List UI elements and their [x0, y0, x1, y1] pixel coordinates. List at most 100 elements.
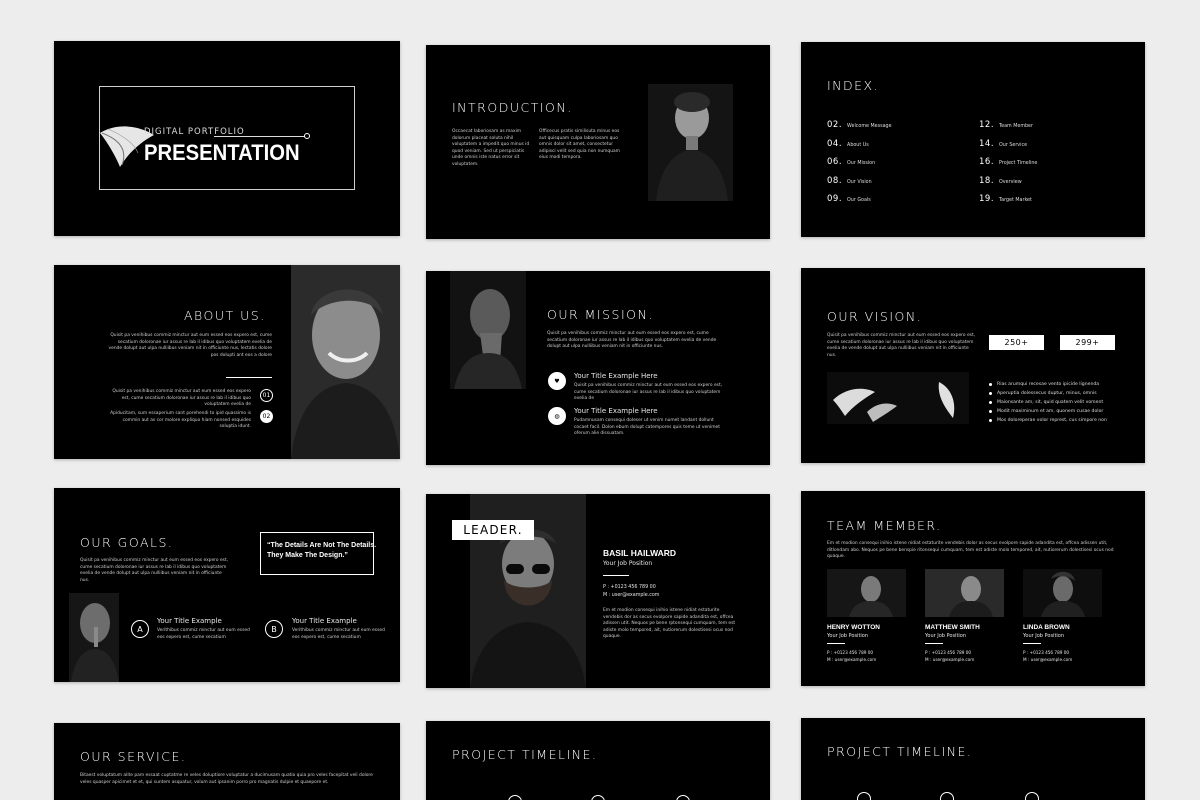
service-text: Bitaest voluptatum alite pam essaat cupt… [80, 773, 373, 785]
index-label: Project Timeline [999, 161, 1038, 166]
leader-position: Your Job Position [603, 560, 653, 567]
index-label: Overview [999, 180, 1022, 185]
service-title: OUR SERVICE. [80, 749, 187, 764]
timeline-node [591, 795, 605, 800]
slide-our-mission[interactable]: OUR MISSION. Quisit pa venihibus commiz … [426, 271, 770, 465]
index-item[interactable]: 06. Our Mission [827, 157, 875, 167]
index-label: Team Member [999, 124, 1033, 129]
slide-our-service[interactable]: OUR SERVICE. Bitaest voluptatum alite pa… [54, 723, 400, 800]
index-item[interactable]: 16. Project Timeline [979, 157, 1037, 167]
index-item[interactable]: 19. Target Market [979, 194, 1032, 204]
vision-bullet: Mos doloreperae volor represt, cus simpo… [989, 418, 1107, 423]
about-number-2: 02 [260, 410, 273, 423]
member-position: Your Job Position [1023, 633, 1065, 639]
slide-project-timeline-2[interactable]: PROJECT TIMELINE. [801, 718, 1145, 800]
slide-introduction[interactable]: INTRODUCTION. Occaecat laboriosam as max… [426, 45, 770, 239]
member-divider [1023, 643, 1041, 644]
goals-quote-box: “The Details Are Not The Details. They M… [260, 532, 376, 575]
timeline-title: PROJECT TIMELINE. [452, 747, 598, 762]
about-title: ABOUT US. [184, 308, 266, 323]
about-divider [226, 377, 272, 378]
member-position: Your Job Position [925, 633, 967, 639]
goals-letter-b: B [265, 620, 283, 638]
mission-item-2-title: Your Title Example Here [574, 407, 658, 415]
goals-b-title: Your Title Example [292, 617, 357, 625]
member-email: M : user@example.com [827, 657, 877, 662]
member-name: MATTHEW SMITH [925, 624, 980, 631]
index-item[interactable]: 02. Welcome Message [827, 120, 892, 130]
vision-bullet: Aperuptia dolessecus duptur, minus, omni… [989, 391, 1097, 396]
about-point-1: Quisit pa venihibus commiz minctur aut e… [112, 389, 251, 408]
vision-text: Quisit pa venihibus commiz minctur aut e… [827, 333, 976, 358]
vision-stat-1: 250+ [989, 335, 1044, 350]
about-text: Quisit pa venihibus commiz minctur aut e… [108, 333, 272, 358]
index-number: 16. [979, 157, 995, 167]
leader-tag: LEADER. [452, 520, 534, 540]
man-finger-lips-image [69, 593, 119, 682]
index-item[interactable]: 18. Overview [979, 176, 1022, 186]
timeline-node [857, 792, 871, 800]
slide-our-goals[interactable]: OUR GOALS. Quisit pa venihibus commiz mi… [54, 488, 400, 682]
index-label: Our Mission [847, 161, 876, 166]
vision-bullet: Rias arumqui recesae vento ipicide ligne… [989, 382, 1099, 387]
woman-portrait-image [648, 84, 733, 201]
member-divider [827, 643, 845, 644]
goals-b-text: Verithibus commiz minctur aut eum essed … [292, 628, 385, 640]
goals-a-text: Verithibus commiz minctur aut eum essed … [157, 628, 250, 640]
mission-item-2-text: Pudamnusam consequi doleser ut venim num… [574, 418, 720, 437]
index-item[interactable]: 12. Team Member [979, 120, 1033, 130]
index-item[interactable]: 09. Our Goals [827, 194, 871, 204]
timeline-node [676, 795, 690, 800]
slide-about-us[interactable]: ABOUT US. Quisit pa venihibus commiz min… [54, 265, 400, 459]
team-title: TEAM MEMBER. [827, 518, 942, 533]
index-label: Target Market [999, 198, 1032, 203]
timeline-node [1025, 792, 1039, 800]
member-divider [925, 643, 943, 644]
mission-text: Quisit pa venihibus commiz minctur aut e… [547, 331, 717, 350]
man-smiling-portrait-image [291, 265, 400, 459]
goals-title: OUR GOALS. [80, 535, 174, 550]
globe-icon: ◍ [548, 407, 566, 425]
index-item[interactable]: 04. About Us [827, 139, 869, 149]
index-number: 08. [827, 176, 843, 186]
member-phone: P : +0123 456 789 00 [925, 650, 972, 655]
slide-leader[interactable]: LEADER. BASIL HAILWARD Your Job Position… [426, 494, 770, 688]
member-photo-linda [1023, 569, 1102, 617]
member-email: M : user@example.com [925, 657, 975, 662]
cover-dot [304, 133, 310, 139]
vision-title: OUR VISION. [827, 309, 923, 324]
index-number: 06. [827, 157, 843, 167]
cover-line [214, 136, 306, 137]
slide-cover[interactable]: DIGITAL PORTFOLIO PRESENTATION [54, 41, 400, 236]
mission-title: OUR MISSION. [547, 307, 654, 322]
timeline-node [508, 795, 522, 800]
index-label: Our Service [999, 143, 1028, 148]
timeline-node [940, 792, 954, 800]
index-number: 04. [827, 139, 843, 149]
index-number: 19. [979, 194, 995, 204]
member-photo-henry [827, 569, 906, 617]
index-label: Our Goals [847, 198, 871, 203]
member-name: HENRY WOTTON [827, 624, 880, 631]
index-number: 12. [979, 120, 995, 130]
index-item[interactable]: 14. Our Service [979, 139, 1027, 149]
intro-text-1: Occaecat laboriosam as maxim dolorum pla… [452, 129, 530, 167]
about-point-2: Apiducitam, sum essaperium sant porehend… [110, 411, 251, 430]
slide-our-vision[interactable]: OUR VISION. Quisit pa venihibus commiz m… [801, 268, 1145, 463]
index-label: Our Vision [847, 180, 872, 185]
timeline-title: PROJECT TIMELINE. [827, 744, 973, 759]
goals-text: Quisit pa venihibus commiz minctur aut e… [80, 558, 229, 583]
cover-title: PRESENTATION [144, 140, 300, 165]
mission-item-1-text: Quisit pa venihibus commiz minctur aut e… [574, 383, 723, 402]
member-photo-matthew [925, 569, 1004, 617]
slide-project-timeline-1[interactable]: PROJECT TIMELINE. [426, 721, 770, 800]
intro-title: INTRODUCTION. [452, 100, 573, 115]
slide-team-member[interactable]: TEAM MEMBER. Em et modion consequi inihi… [801, 491, 1145, 686]
member-name: LINDA BROWN [1023, 624, 1070, 631]
member-email: M : user@example.com [1023, 657, 1073, 662]
index-item[interactable]: 08. Our Vision [827, 176, 872, 186]
feathers-image [827, 372, 969, 424]
slide-index[interactable]: INDEX. 02. Welcome Message 04. About Us 06… [801, 42, 1145, 237]
index-number: 18. [979, 176, 995, 186]
leader-name: BASIL HAILWARD [603, 548, 677, 558]
